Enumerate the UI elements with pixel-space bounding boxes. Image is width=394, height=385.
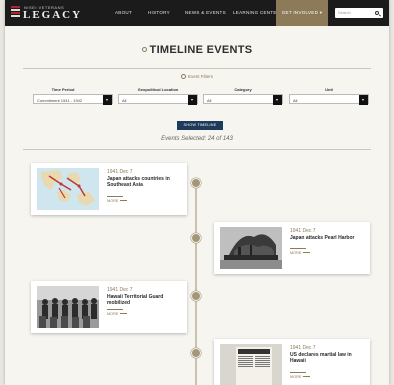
timeline-node (191, 348, 201, 358)
divider-bottom (23, 149, 371, 150)
title-circle-icon (141, 47, 147, 52)
timeline-node (191, 291, 201, 301)
show-timeline-button[interactable]: SHOW TIMELINE (177, 121, 223, 130)
divider-top (23, 68, 371, 69)
event-title[interactable]: US declares martial law in Hawaii (290, 352, 366, 364)
top-nav: NISEI VETERANS LEGACY ABOUT HISTORY NEWS… (5, 0, 389, 26)
title-underline (290, 248, 306, 249)
title-underline (290, 372, 306, 373)
category-select[interactable]: All (203, 94, 283, 105)
page-title-text: TIMELINE EVENTS (149, 44, 253, 56)
pearl-harbor-ship-image (220, 227, 282, 269)
arrow-line-icon (303, 252, 311, 253)
page-title: TIMELINE EVENTS (5, 44, 389, 56)
chevron-down-icon[interactable] (359, 95, 368, 105)
timeline-event-card[interactable]: 1941 Dec 7 Japan attacks countries in So… (31, 163, 187, 215)
event-title[interactable]: Japan attacks Pearl Harbor (290, 235, 366, 241)
timeline-event-card[interactable]: 1941 Dec 7 Japan attacks Pearl Harbor MO… (214, 222, 370, 274)
newspaper-image (220, 344, 282, 385)
chevron-down-icon[interactable] (103, 95, 112, 105)
southeast-asia-map-image (37, 168, 99, 210)
location-select[interactable]: All (118, 94, 198, 105)
nav-item-history[interactable]: HISTORY (148, 0, 170, 26)
close-circle-icon (180, 74, 186, 79)
more-link[interactable]: MORE (107, 312, 128, 316)
event-filters-toggle[interactable]: Event Filters (5, 74, 389, 79)
nav-item-news-events[interactable]: NEWS & EVENTS (185, 0, 226, 26)
territorial-guard-troops-image (37, 286, 99, 328)
event-date: 1941 Dec 7 (107, 169, 133, 175)
event-title[interactable]: Hawaii Territorial Guard mobilized (107, 294, 183, 306)
search-input[interactable]: Search (335, 8, 383, 18)
event-filters-label: Event Filters (187, 74, 213, 79)
filter-label-time-period: Time Period (51, 87, 75, 92)
search-icon[interactable] (375, 11, 379, 15)
time-period-value: Commitment 1941 - 1942 (37, 97, 83, 103)
event-date: 1941 Dec 7 (290, 345, 316, 351)
more-link-label: MORE (107, 199, 119, 203)
title-underline (107, 309, 123, 310)
filter-label-location: Geopolitical Location (137, 87, 179, 92)
timeline-node (191, 178, 201, 188)
timeline-node (191, 233, 201, 243)
events-selected-count: Events Selected: 24 of 143 (161, 136, 233, 142)
time-period-select[interactable]: Commitment 1941 - 1942 (33, 94, 113, 105)
arrow-line-icon (303, 376, 311, 377)
category-value: All (207, 97, 212, 103)
search-placeholder: Search (338, 10, 351, 15)
timeline-event-card[interactable]: 1941 Dec 7 US declares martial law in Ha… (214, 339, 370, 385)
more-link-label: MORE (290, 251, 302, 255)
nav-item-about[interactable]: ABOUT (115, 0, 132, 26)
filter-label-unit: Unit (325, 87, 333, 92)
event-date: 1941 Dec 7 (107, 287, 133, 293)
location-value: All (122, 97, 127, 103)
nav-item-learning-center[interactable]: LEARNING CENTER (233, 0, 280, 26)
more-link[interactable]: MORE (290, 251, 311, 255)
arrow-line-icon (120, 200, 128, 201)
event-date: 1941 Dec 7 (290, 228, 316, 234)
logo-big-text: LEGACY (23, 9, 83, 21)
timeline-event-card[interactable]: 1941 Dec 7 Hawaii Territorial Guard mobi… (31, 281, 187, 333)
more-link-label: MORE (290, 375, 302, 379)
site-logo[interactable]: NISEI VETERANS LEGACY (11, 4, 101, 22)
more-link[interactable]: MORE (107, 199, 128, 203)
filter-label-category: Category (234, 87, 252, 92)
title-underline (107, 196, 123, 197)
flag-icon (11, 6, 20, 19)
arrow-line-icon (120, 313, 128, 314)
event-title[interactable]: Japan attacks countries in Southeast Asi… (107, 176, 183, 188)
unit-value: All (293, 97, 298, 103)
chevron-down-icon[interactable] (273, 95, 282, 105)
more-link-label: MORE (107, 312, 119, 316)
more-link[interactable]: MORE (290, 375, 311, 379)
chevron-down-icon[interactable] (188, 95, 197, 105)
unit-select[interactable]: All (289, 94, 369, 105)
page: NISEI VETERANS LEGACY ABOUT HISTORY NEWS… (5, 0, 389, 385)
nav-item-get-involved[interactable]: GET INVOLVED ▾ (276, 0, 328, 26)
